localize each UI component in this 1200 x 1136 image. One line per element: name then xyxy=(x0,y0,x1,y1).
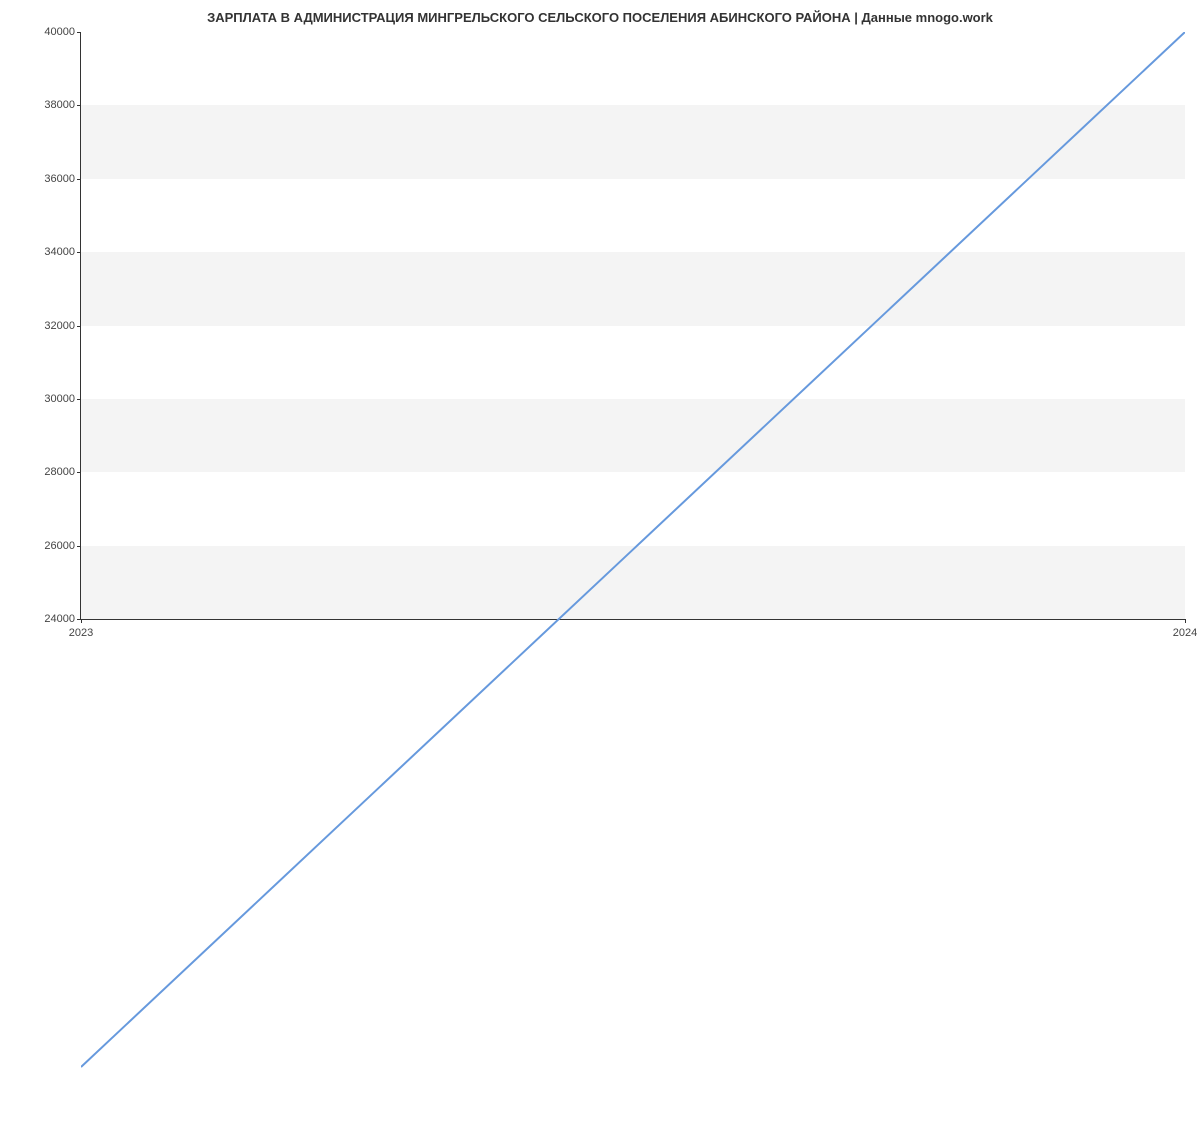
y-tick-label: 36000 xyxy=(31,173,75,185)
y-tick-label: 26000 xyxy=(31,540,75,552)
grid-band xyxy=(81,399,1185,472)
y-tick-mark xyxy=(77,472,81,473)
grid-band xyxy=(81,546,1185,619)
x-tick-mark xyxy=(81,619,82,623)
x-tick-label: 2023 xyxy=(69,627,93,639)
y-tick-mark xyxy=(77,546,81,547)
x-tick-mark xyxy=(1185,619,1186,623)
y-tick-label: 28000 xyxy=(31,466,75,478)
y-tick-mark xyxy=(77,326,81,327)
chart-title: ЗАРПЛАТА В АДМИНИСТРАЦИЯ МИНГРЕЛЬСКОГО С… xyxy=(0,0,1200,33)
y-tick-label: 32000 xyxy=(31,320,75,332)
y-tick-mark xyxy=(77,179,81,180)
y-tick-label: 34000 xyxy=(31,246,75,258)
y-tick-label: 30000 xyxy=(31,393,75,405)
plot-area: 2400026000280003000032000340003600038000… xyxy=(80,32,1185,620)
grid-band xyxy=(81,105,1185,178)
chart-container: 2400026000280003000032000340003600038000… xyxy=(80,32,1185,620)
y-tick-label: 40000 xyxy=(31,26,75,38)
y-tick-label: 38000 xyxy=(31,99,75,111)
y-tick-mark xyxy=(77,105,81,106)
y-tick-label: 24000 xyxy=(31,613,75,625)
grid-band xyxy=(81,252,1185,325)
x-tick-label: 2024 xyxy=(1173,627,1197,639)
y-tick-mark xyxy=(77,252,81,253)
y-tick-mark xyxy=(77,32,81,33)
y-tick-mark xyxy=(77,399,81,400)
